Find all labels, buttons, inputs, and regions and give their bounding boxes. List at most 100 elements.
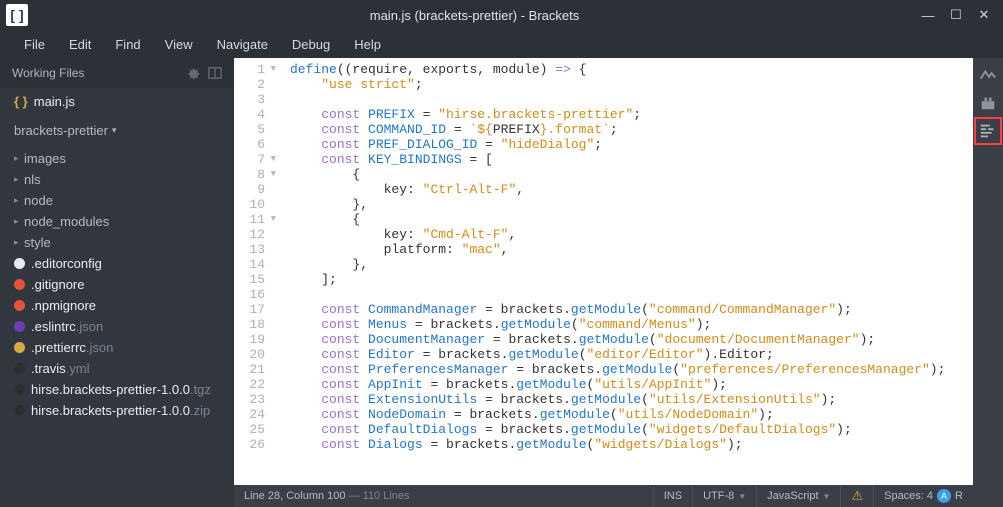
gutter-line: 18 — [234, 317, 276, 332]
gutter-line: 1▼ — [234, 62, 276, 77]
code-content[interactable]: define((require, exports, module) => { "… — [280, 58, 973, 485]
menu-file[interactable]: File — [14, 33, 55, 56]
code-line: const CommandManager = brackets.getModul… — [290, 302, 973, 317]
file-item[interactable]: .eslintrc.json — [0, 316, 234, 337]
prettier-icon[interactable] — [977, 120, 999, 142]
chevron-right-icon: ▸ — [14, 195, 24, 206]
chevron-right-icon: ▸ — [14, 153, 24, 164]
menu-debug[interactable]: Debug — [282, 33, 340, 56]
menu-help[interactable]: Help — [344, 33, 391, 56]
code-viewport[interactable]: 1▼234567▼8▼91011▼12131415161718192021222… — [234, 58, 973, 485]
code-line: const KEY_BINDINGS = [ — [290, 152, 973, 167]
file-type-icon — [14, 279, 25, 290]
close-button[interactable]: ✕ — [977, 8, 991, 22]
folder-item[interactable]: ▸nls — [0, 169, 234, 190]
gutter-line: 17 — [234, 302, 276, 317]
file-name: .npmignore — [31, 298, 96, 313]
js-icon: { } — [14, 94, 28, 109]
file-name: .prettierrc.json — [31, 340, 113, 355]
code-line: const NodeDomain = brackets.getModule("u… — [290, 407, 973, 422]
code-line — [290, 92, 973, 107]
code-line: { — [290, 212, 973, 227]
file-item[interactable]: hirse.brackets-prettier-1.0.0.zip — [0, 400, 234, 421]
working-file[interactable]: { } main.js — [0, 88, 234, 115]
window-controls: — ☐ ✕ — [921, 8, 999, 22]
live-preview-icon[interactable] — [977, 64, 999, 86]
file-name: .gitignore — [31, 277, 84, 292]
indent-settings[interactable]: Spaces: 4 A R — [873, 485, 973, 507]
file-type-icon — [14, 300, 25, 311]
chevron-down-icon: ▾ — [112, 125, 117, 136]
file-type-icon — [14, 342, 25, 353]
editor[interactable]: 1▼234567▼8▼91011▼12131415161718192021222… — [234, 58, 973, 507]
folder-name: style — [24, 235, 51, 250]
fold-icon[interactable]: ▼ — [268, 212, 276, 227]
working-files-label: Working Files — [12, 66, 84, 80]
code-line: const ExtensionUtils = brackets.getModul… — [290, 392, 973, 407]
gutter: 1▼234567▼8▼91011▼12131415161718192021222… — [234, 58, 280, 485]
code-line: define((require, exports, module) => { — [290, 62, 973, 77]
gutter-line: 15 — [234, 272, 276, 287]
file-item[interactable]: .gitignore — [0, 274, 234, 295]
file-name: .eslintrc.json — [31, 319, 103, 334]
minimize-button[interactable]: — — [921, 8, 935, 22]
app-icon: [ ] — [6, 4, 28, 26]
gutter-line: 19 — [234, 332, 276, 347]
code-line: const PreferencesManager = brackets.getM… — [290, 362, 973, 377]
language-picker[interactable]: JavaScript▼ — [756, 485, 840, 507]
menu-edit[interactable]: Edit — [59, 33, 101, 56]
file-item[interactable]: .npmignore — [0, 295, 234, 316]
code-line: ]; — [290, 272, 973, 287]
maximize-button[interactable]: ☐ — [949, 8, 963, 22]
file-type-icon — [14, 384, 25, 395]
file-name: main.js — [34, 94, 75, 109]
fold-icon[interactable]: ▼ — [268, 167, 276, 182]
menu-find[interactable]: Find — [105, 33, 150, 56]
status-cursor[interactable]: Line 28, Column 100 — 110 Lines — [234, 490, 653, 502]
file-type-icon — [14, 321, 25, 332]
gutter-line: 5 — [234, 122, 276, 137]
file-item[interactable]: .travis.yml — [0, 358, 234, 379]
lint-warning-icon[interactable]: ⚠ — [840, 485, 873, 507]
code-line — [290, 287, 973, 302]
file-item[interactable]: hirse.brackets-prettier-1.0.0.tgz — [0, 379, 234, 400]
file-item[interactable]: .prettierrc.json — [0, 337, 234, 358]
gutter-line: 3 — [234, 92, 276, 107]
working-files-list: { } main.js — [0, 88, 234, 115]
main-area: Working Files { } main.js brackets-pretti… — [0, 58, 1003, 507]
gutter-line: 9 — [234, 182, 276, 197]
folder-item[interactable]: ▸images — [0, 148, 234, 169]
file-tree: ▸images▸nls▸node▸node_modules▸style.edit… — [0, 146, 234, 507]
sidebar: Working Files { } main.js brackets-pretti… — [0, 58, 234, 507]
gear-icon[interactable] — [186, 66, 200, 80]
window-title: main.js (brackets-prettier) - Brackets — [28, 8, 921, 23]
folder-item[interactable]: ▸node — [0, 190, 234, 211]
code-line: const PREF_DIALOG_ID = "hideDialog"; — [290, 137, 973, 152]
chevron-right-icon: ▸ — [14, 216, 24, 227]
readonly-indicator: R — [955, 490, 963, 502]
cursor-position: Line 28, Column 100 — [244, 490, 346, 502]
menubar: FileEditFindViewNavigateDebugHelp — [0, 30, 1003, 58]
menu-navigate[interactable]: Navigate — [207, 33, 278, 56]
fold-icon[interactable]: ▼ — [268, 152, 276, 167]
extension-manager-icon[interactable] — [977, 92, 999, 114]
file-name: .travis.yml — [31, 361, 90, 376]
file-item[interactable]: .editorconfig — [0, 253, 234, 274]
code-line: key: "Ctrl-Alt-F", — [290, 182, 973, 197]
project-name: brackets-prettier — [14, 123, 108, 138]
gutter-line: 20 — [234, 347, 276, 362]
project-dropdown[interactable]: brackets-prettier ▾ — [0, 115, 234, 146]
split-view-icon[interactable] — [208, 66, 222, 80]
fold-icon[interactable]: ▼ — [268, 62, 276, 77]
encoding-picker[interactable]: UTF-8▼ — [692, 485, 756, 507]
file-name: hirse.brackets-prettier-1.0.0.zip — [31, 403, 210, 418]
folder-item[interactable]: ▸node_modules — [0, 211, 234, 232]
gutter-line: 16 — [234, 287, 276, 302]
code-line: key: "Cmd-Alt-F", — [290, 227, 973, 242]
menu-view[interactable]: View — [155, 33, 203, 56]
folder-item[interactable]: ▸style — [0, 232, 234, 253]
insert-mode[interactable]: INS — [653, 485, 692, 507]
chevron-down-icon: ▼ — [823, 492, 831, 501]
code-line: const AppInit = brackets.getModule("util… — [290, 377, 973, 392]
gutter-line: 2 — [234, 77, 276, 92]
